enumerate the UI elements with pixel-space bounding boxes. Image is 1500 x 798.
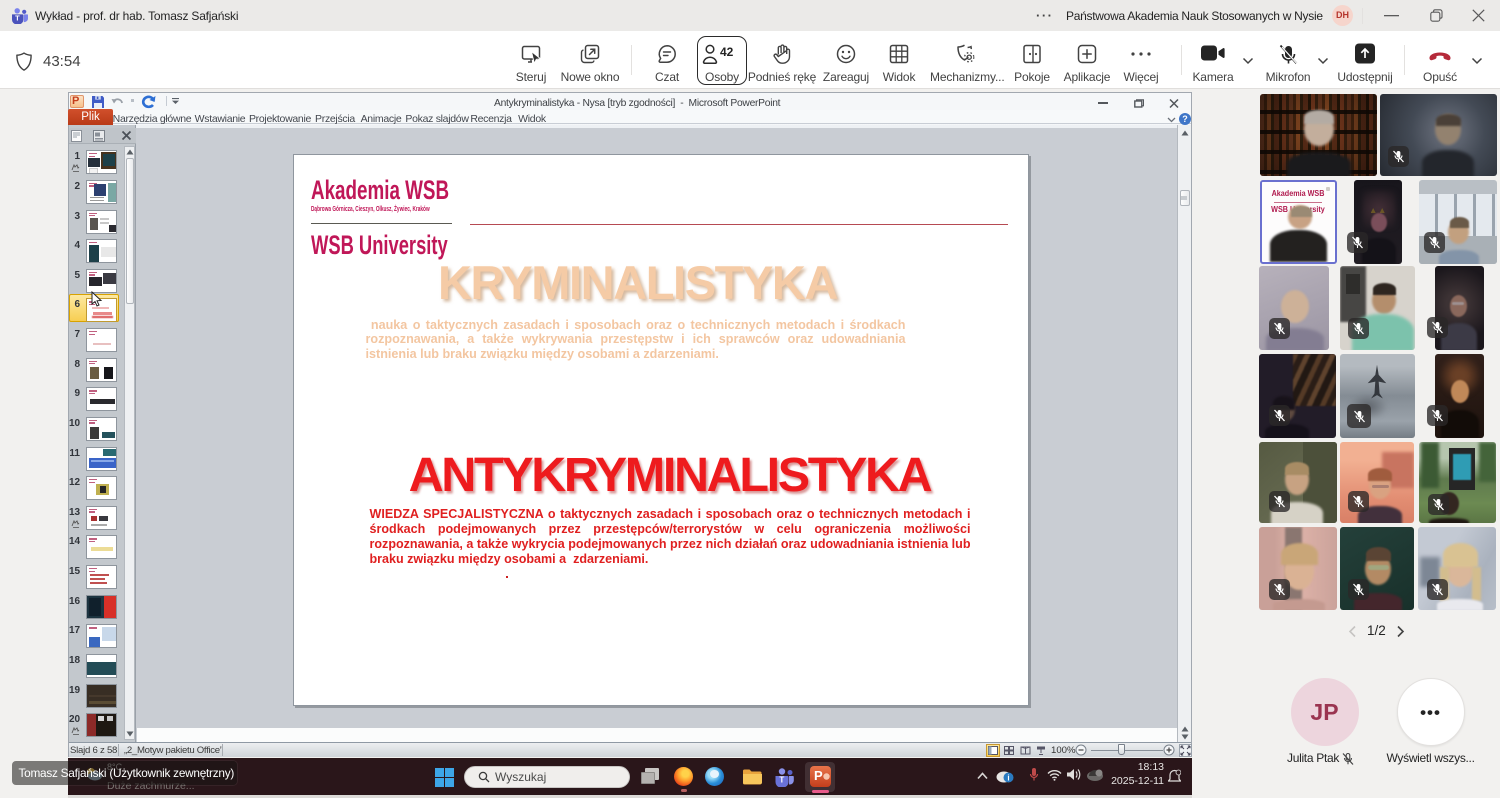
svg-text:42: 42 xyxy=(720,45,733,59)
svg-text:i: i xyxy=(1007,774,1009,783)
svg-text:T: T xyxy=(15,13,20,22)
svg-text:T: T xyxy=(779,776,784,785)
